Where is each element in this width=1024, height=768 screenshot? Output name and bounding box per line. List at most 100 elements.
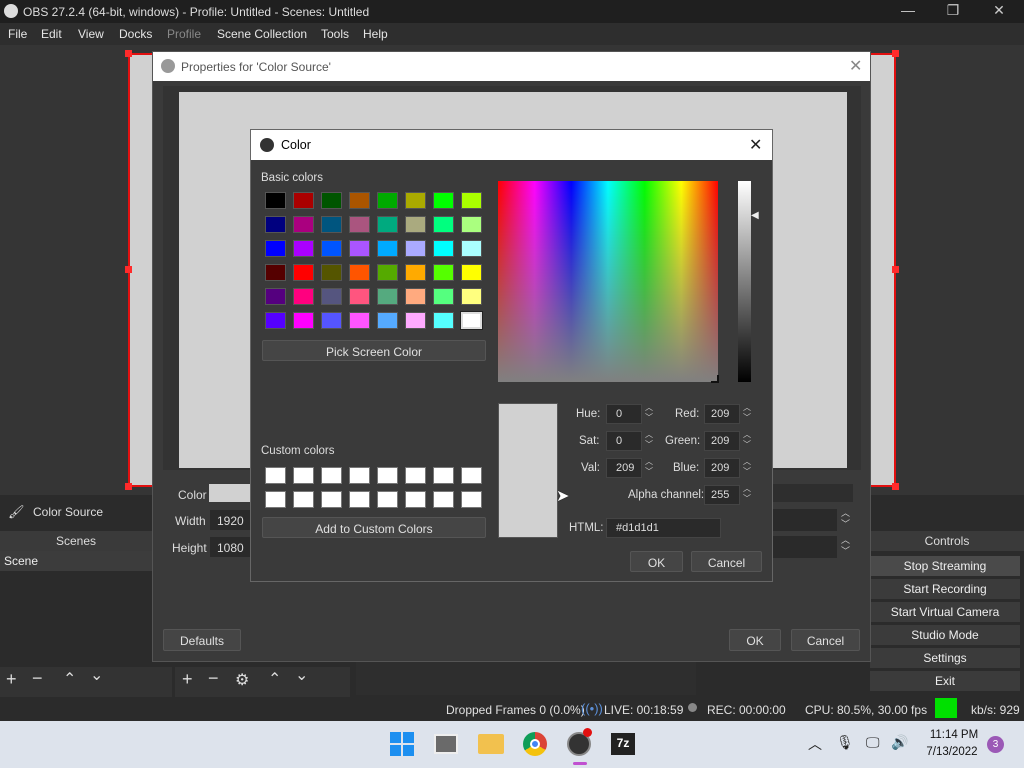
menu-view[interactable]: View — [78, 27, 104, 41]
menu-docks[interactable]: Docks — [119, 27, 152, 41]
green-down-icon[interactable]: ﹀ — [741, 440, 753, 450]
custom-color-swatch[interactable] — [349, 491, 370, 508]
blue-up-icon[interactable]: ︿ — [741, 457, 753, 467]
luminance-pointer-icon[interactable]: ◀ — [751, 210, 759, 221]
close-icon[interactable]: ✕ — [749, 135, 762, 155]
studio-mode-button[interactable]: Studio Mode — [870, 625, 1020, 645]
color-ok-button[interactable]: OK — [630, 551, 683, 572]
basic-color-swatch[interactable] — [377, 192, 398, 209]
microphone-icon[interactable]: 🎙 — [836, 734, 854, 751]
add-source-icon[interactable]: + — [182, 669, 193, 690]
blue-down-icon[interactable]: ﹀ — [741, 467, 753, 477]
basic-color-swatch[interactable] — [265, 240, 286, 257]
basic-color-swatch[interactable] — [265, 192, 286, 209]
custom-color-swatch[interactable] — [349, 467, 370, 484]
menu-scene-collection[interactable]: Scene Collection — [217, 27, 307, 41]
sat-input[interactable]: 0 — [606, 431, 642, 451]
alpha-input[interactable]: 255 — [704, 485, 740, 505]
hue-input[interactable]: 0 — [606, 404, 642, 424]
height-spin-field[interactable] — [773, 536, 837, 558]
custom-color-swatch[interactable] — [433, 467, 454, 484]
move-up-icon[interactable]: ⌃ — [63, 669, 76, 689]
basic-color-swatch[interactable] — [265, 264, 286, 281]
custom-color-swatch[interactable] — [293, 467, 314, 484]
basic-color-swatch[interactable] — [433, 216, 454, 233]
custom-color-swatch[interactable] — [321, 467, 342, 484]
basic-color-swatch[interactable] — [321, 264, 342, 281]
red-down-icon[interactable]: ﹀ — [741, 413, 753, 423]
color-swatch[interactable] — [209, 484, 253, 502]
source-down-icon[interactable]: ⌄ — [295, 665, 308, 685]
basic-color-swatch[interactable] — [461, 288, 482, 305]
clock-date[interactable]: 7/13/2022 — [922, 746, 982, 758]
basic-color-swatch[interactable] — [293, 216, 314, 233]
custom-color-swatch[interactable] — [405, 467, 426, 484]
luminance-slider[interactable] — [738, 181, 751, 382]
resize-handle[interactable] — [892, 50, 899, 57]
green-input[interactable]: 209 — [704, 431, 740, 451]
start-virtual-camera-button[interactable]: Start Virtual Camera — [870, 602, 1020, 622]
close-icon[interactable]: ✕ — [849, 56, 862, 76]
basic-color-swatch[interactable] — [377, 288, 398, 305]
add-to-custom-colors-button[interactable]: Add to Custom Colors — [262, 517, 486, 538]
basic-color-swatch[interactable] — [349, 288, 370, 305]
network-icon[interactable]: 🖵 — [866, 734, 880, 751]
height-spin-arrows-icon[interactable]: ︿ ﹀ — [841, 535, 850, 557]
7zip-icon[interactable]: 7z — [611, 733, 635, 755]
hue-down-icon[interactable]: ﹀ — [643, 413, 655, 423]
file-explorer-icon[interactable] — [478, 734, 504, 754]
basic-color-swatch[interactable] — [349, 192, 370, 209]
sat-down-icon[interactable]: ﹀ — [643, 440, 655, 450]
basic-color-swatch[interactable] — [405, 216, 426, 233]
basic-color-swatch[interactable] — [377, 216, 398, 233]
alpha-up-icon[interactable]: ︿ — [741, 484, 753, 494]
remove-scene-icon[interactable]: − — [32, 668, 43, 689]
custom-color-swatch[interactable] — [265, 467, 286, 484]
menu-help[interactable]: Help — [363, 27, 388, 41]
basic-color-swatch[interactable] — [461, 216, 482, 233]
basic-color-swatch[interactable] — [349, 216, 370, 233]
val-down-icon[interactable]: ﹀ — [643, 467, 655, 477]
basic-color-swatch[interactable] — [321, 192, 342, 209]
basic-color-swatch[interactable] — [293, 288, 314, 305]
menu-tools[interactable]: Tools — [321, 27, 349, 41]
basic-color-swatch[interactable] — [405, 192, 426, 209]
basic-color-swatch[interactable] — [433, 192, 454, 209]
props-cancel-button[interactable]: Cancel — [791, 629, 860, 651]
hue-up-icon[interactable]: ︿ — [643, 403, 655, 413]
minimize-button[interactable]: — — [898, 2, 918, 20]
basic-color-swatch[interactable] — [293, 192, 314, 209]
basic-color-swatch[interactable] — [405, 264, 426, 281]
task-view-icon[interactable] — [434, 734, 458, 754]
custom-color-swatch[interactable] — [405, 491, 426, 508]
chrome-icon[interactable] — [523, 732, 547, 756]
add-scene-icon[interactable]: + — [6, 669, 17, 690]
maximize-button[interactable]: ❐ — [943, 2, 963, 20]
basic-color-swatch[interactable] — [265, 288, 286, 305]
width-spin-arrows-icon[interactable]: ︿ ﹀ — [841, 508, 850, 530]
basic-color-swatch[interactable] — [460, 311, 483, 330]
scene-item[interactable]: Scene — [0, 551, 152, 571]
close-window-button[interactable]: ✕ — [989, 2, 1009, 20]
custom-color-swatch[interactable] — [433, 491, 454, 508]
red-input[interactable]: 209 — [704, 404, 740, 424]
exit-button[interactable]: Exit — [870, 671, 1020, 691]
windows-start-icon[interactable] — [390, 732, 414, 756]
custom-color-swatch[interactable] — [461, 491, 482, 508]
basic-color-swatch[interactable] — [349, 312, 370, 329]
width-spin-field[interactable] — [773, 509, 837, 531]
basic-color-swatch[interactable] — [265, 216, 286, 233]
resize-handle[interactable] — [892, 483, 899, 490]
custom-color-swatch[interactable] — [461, 467, 482, 484]
html-input[interactable]: #d1d1d1 — [606, 518, 721, 538]
basic-color-swatch[interactable] — [349, 264, 370, 281]
start-recording-button[interactable]: Start Recording — [870, 579, 1020, 599]
basic-color-swatch[interactable] — [321, 216, 342, 233]
pick-screen-color-button[interactable]: Pick Screen Color — [262, 340, 486, 361]
basic-color-swatch[interactable] — [433, 288, 454, 305]
props-ok-button[interactable]: OK — [729, 629, 781, 651]
custom-color-swatch[interactable] — [293, 491, 314, 508]
custom-color-swatch[interactable] — [377, 491, 398, 508]
source-settings-icon[interactable]: ⚙ — [235, 670, 249, 690]
basic-color-swatch[interactable] — [433, 312, 454, 329]
